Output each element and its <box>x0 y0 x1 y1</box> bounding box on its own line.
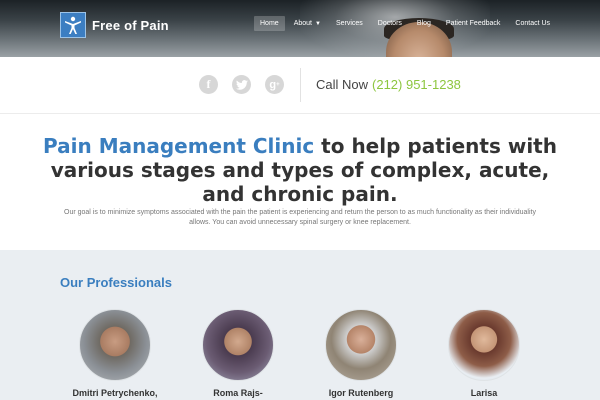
site-header: Free of Pain Home About ▼ Services Doctor… <box>0 0 600 57</box>
doctor-name[interactable]: Igor Rutenberg <box>296 388 426 398</box>
nav-item-services[interactable]: Services <box>330 16 369 31</box>
professionals-section: Our Professionals Dmitri Petrychenko, Ro… <box>0 250 600 400</box>
nav-item-contact-us[interactable]: Contact Us <box>509 16 556 31</box>
doctor-name[interactable]: Dmitri Petrychenko, <box>50 388 180 398</box>
doctor-photo[interactable] <box>448 309 520 381</box>
person-figure-icon <box>60 12 86 38</box>
hero-description: Our goal is to minimize symptoms associa… <box>64 209 536 226</box>
nav-item-home[interactable]: Home <box>254 16 285 31</box>
chevron-down-icon: ▼ <box>314 21 321 27</box>
hero-heading: Pain Management Clinic to help patients … <box>40 134 560 206</box>
hero-section: Pain Management Clinic to help patients … <box>0 114 600 250</box>
doctor-photo[interactable] <box>325 309 397 381</box>
call-label: Call Now <box>316 77 369 92</box>
facebook-icon[interactable]: f <box>199 75 218 94</box>
nav-item-doctors[interactable]: Doctors <box>372 16 408 31</box>
main-nav: Home About ▼ Services Doctors Blog Patien… <box>254 16 559 31</box>
nav-item-patient-feedback[interactable]: Patient Feedback <box>440 16 506 31</box>
doctor-photo[interactable] <box>202 309 274 381</box>
google-plus-icon[interactable]: g + <box>265 75 284 94</box>
doctor-photo[interactable] <box>79 309 151 381</box>
nav-item-blog[interactable]: Blog <box>411 16 437 31</box>
nav-item-about[interactable]: About ▼ <box>288 16 327 31</box>
contact-bar: f g + Call Now (212) 951-1238 <box>0 57 600 114</box>
section-title: Our Professionals <box>60 275 172 290</box>
logo-text: Free of Pain <box>92 17 169 33</box>
call-now: Call Now (212) 951-1238 <box>316 77 461 92</box>
doctor-name[interactable]: Larisa <box>419 388 549 398</box>
hero-heading-highlight[interactable]: Pain Management Clinic <box>43 134 314 158</box>
nav-item-about-label: About <box>293 20 312 27</box>
phone-number[interactable]: (212) 951-1238 <box>372 77 461 92</box>
divider <box>300 68 301 102</box>
doctor-name[interactable]: Roma Rajs- <box>173 388 303 398</box>
twitter-icon[interactable] <box>232 75 251 94</box>
site-logo[interactable]: Free of Pain <box>60 12 169 38</box>
